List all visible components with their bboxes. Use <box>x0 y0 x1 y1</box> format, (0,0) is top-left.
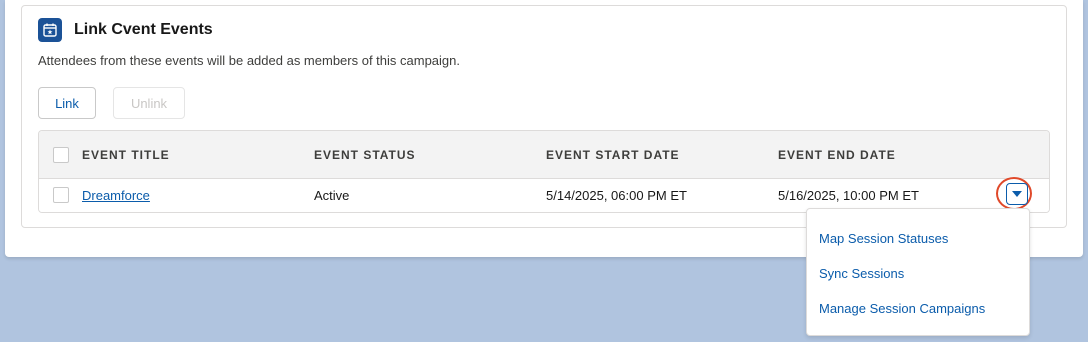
column-header-event-end-date[interactable]: EVENT END DATE <box>778 148 896 162</box>
event-title-link[interactable]: Dreamforce <box>82 188 150 203</box>
card-title: Link Cvent Events <box>74 21 213 38</box>
table-header: EVENT TITLE EVENT STATUS EVENT START DAT… <box>39 131 1049 179</box>
column-header-event-status[interactable]: EVENT STATUS <box>314 148 416 162</box>
event-end-date-cell: 5/16/2025, 10:00 PM ET <box>778 188 919 203</box>
unlink-button[interactable]: Unlink <box>113 87 185 119</box>
select-all-checkbox[interactable] <box>53 147 69 163</box>
menu-item-map-session-statuses[interactable]: Map Session Statuses <box>819 231 948 246</box>
events-table: EVENT TITLE EVENT STATUS EVENT START DAT… <box>38 130 1050 213</box>
link-cvent-events-card: Link Cvent Events Attendees from these e… <box>21 5 1067 228</box>
row-actions-menu: Map Session Statuses Sync Sessions Manag… <box>806 208 1030 336</box>
calendar-event-icon <box>38 18 62 42</box>
event-start-date-cell: 5/14/2025, 06:00 PM ET <box>546 188 687 203</box>
chevron-down-icon <box>1012 191 1022 197</box>
event-status-cell: Active <box>314 188 350 203</box>
menu-item-manage-session-campaigns[interactable]: Manage Session Campaigns <box>819 301 985 316</box>
column-header-event-title[interactable]: EVENT TITLE <box>82 148 170 162</box>
menu-item-sync-sessions[interactable]: Sync Sessions <box>819 266 904 281</box>
column-header-event-start-date[interactable]: EVENT START DATE <box>546 148 680 162</box>
row-actions-button[interactable] <box>1006 183 1028 205</box>
link-button[interactable]: Link <box>38 87 96 119</box>
card-description: Attendees from these events will be adde… <box>38 53 460 68</box>
card-header: Link Cvent Events <box>38 18 213 42</box>
row-select-checkbox[interactable] <box>53 187 69 203</box>
